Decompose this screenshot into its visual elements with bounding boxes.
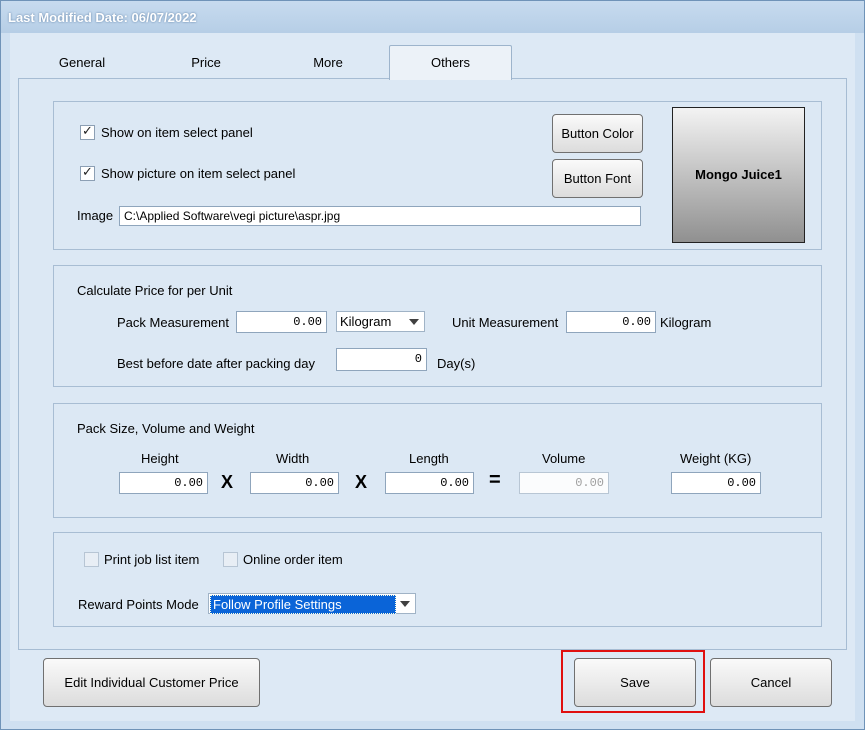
button-preview: Mongo Juice1 (672, 107, 805, 243)
online-order-label: Online order item (243, 552, 343, 567)
length-label: Length (409, 451, 449, 466)
button-color-label: Button Color (561, 126, 634, 141)
online-order-checkbox[interactable] (223, 552, 238, 567)
height-label: Height (141, 451, 179, 466)
unit-price-group-title: Calculate Price for per Unit (77, 283, 233, 298)
tab-price[interactable]: Price (164, 48, 248, 78)
button-color-button[interactable]: Button Color (552, 114, 643, 153)
best-before-label: Best before date after packing day (117, 356, 316, 371)
chevron-down-icon (400, 601, 410, 607)
best-before-input[interactable]: 0 (336, 348, 427, 371)
chevron-down-icon (409, 319, 419, 325)
times-symbol: X (221, 472, 234, 492)
image-path-input[interactable]: C:\Applied Software\vegi picture\aspr.jp… (119, 206, 641, 226)
save-highlight (561, 650, 705, 713)
reward-points-select[interactable]: Follow Profile Settings (208, 593, 416, 614)
show-picture-checkbox[interactable] (80, 164, 95, 181)
window-title: Last Modified Date: 06/07/2022 (8, 10, 197, 25)
pack-unit-select[interactable]: Kilogram (336, 311, 425, 332)
unit-measurement-input[interactable]: 0.00 (566, 311, 656, 333)
tab-more[interactable]: More (286, 48, 370, 78)
edit-customer-price-label: Edit Individual Customer Price (64, 675, 239, 690)
button-font-label: Button Font (563, 171, 632, 186)
pack-size-group-title: Pack Size, Volume and Weight (77, 421, 255, 436)
pack-measurement-input[interactable]: 0.00 (236, 311, 327, 333)
button-font-button[interactable]: Button Font (552, 159, 643, 198)
pack-unit-selected: Kilogram (340, 314, 392, 329)
width-input[interactable]: 0.00 (250, 472, 339, 494)
width-label: Width (276, 451, 310, 466)
show-picture-label: Show picture on item select panel (101, 166, 296, 181)
tab-general[interactable]: General (40, 48, 124, 78)
unit-measurement-label: Unit Measurement (452, 315, 559, 330)
title-bar[interactable]: Last Modified Date: 06/07/2022 (1, 1, 864, 33)
pack-measurement-label: Pack Measurement (117, 315, 229, 330)
reward-points-label: Reward Points Mode (78, 597, 199, 612)
tab-others[interactable]: Others (389, 45, 512, 80)
height-input[interactable]: 0.00 (119, 472, 208, 494)
reward-points-selected: Follow Profile Settings (210, 595, 396, 614)
cancel-label: Cancel (750, 675, 792, 690)
weight-label: Weight (KG) (680, 451, 752, 466)
equals-symbol: = (489, 469, 501, 491)
volume-label: Volume (542, 451, 586, 466)
print-job-label: Print job list item (104, 552, 200, 567)
options-group (53, 532, 822, 627)
show-on-panel-label: Show on item select panel (101, 125, 253, 140)
unit-measurement-unit: Kilogram (660, 315, 712, 330)
image-label: Image (77, 208, 114, 223)
print-job-checkbox[interactable] (84, 552, 99, 567)
cancel-button[interactable]: Cancel (710, 658, 832, 707)
times-symbol: X (355, 472, 368, 492)
edit-customer-price-button[interactable]: Edit Individual Customer Price (43, 658, 260, 707)
best-before-unit: Day(s) (437, 356, 476, 371)
show-on-panel-checkbox[interactable] (80, 123, 95, 140)
volume-input: 0.00 (519, 472, 609, 494)
weight-input[interactable]: 0.00 (671, 472, 761, 494)
length-input[interactable]: 0.00 (385, 472, 474, 494)
